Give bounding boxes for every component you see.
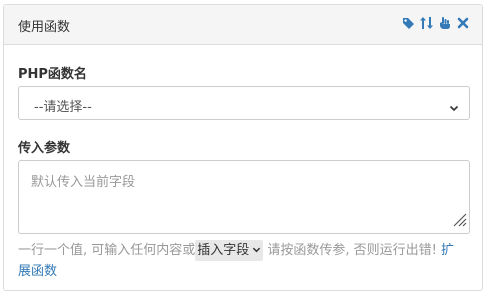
params-textarea[interactable]: 默认传入当前字段 (18, 160, 470, 234)
use-function-panel: 使用函数 PHP函数名 --请选择-- 传入参数 默认传入当前字段 一行一个值,… (3, 4, 483, 291)
chevron-down-icon (252, 240, 261, 261)
close-icon[interactable] (456, 16, 469, 30)
params-label: 传入参数 (18, 141, 71, 156)
hand-icon[interactable] (438, 16, 451, 30)
chevron-down-icon (449, 98, 459, 117)
help-text-before: 一行一个值, 可输入任何内容或 (18, 243, 196, 258)
panel-tools (402, 16, 469, 30)
php-function-select[interactable]: --请选择-- (18, 86, 470, 120)
insert-field-select-label: 插入字段 (197, 243, 250, 258)
help-text-after: 请按函数传参, 否则运行出错! (263, 243, 437, 258)
panel-title: 使用函数 (18, 20, 71, 35)
tag-icon[interactable] (402, 16, 415, 30)
php-function-label: PHP函数名 (18, 67, 87, 82)
panel-heading: 使用函数 (4, 5, 482, 45)
resize-handle[interactable] (451, 211, 467, 231)
sort-icon[interactable] (420, 16, 433, 30)
help-text: 一行一个值, 可输入任何内容或 插入字段 请按函数传参, 否则运行出错! 扩展函数 (18, 240, 466, 282)
params-placeholder: 默认传入当前字段 (31, 175, 136, 190)
php-function-select-value: --请选择-- (34, 100, 92, 115)
insert-field-select[interactable]: 插入字段 (195, 240, 264, 261)
